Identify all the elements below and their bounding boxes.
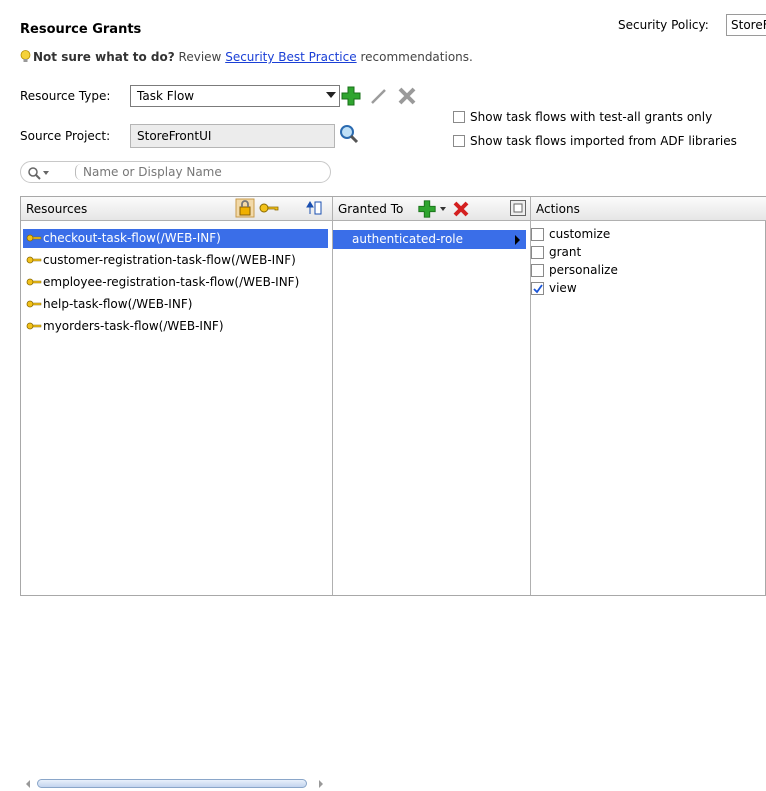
resources-header: Resources: [21, 197, 333, 221]
security-policy-label: Security Policy:: [618, 18, 709, 32]
resource-name: myorders-task-flow(/WEB-INF): [43, 319, 224, 333]
checkbox[interactable]: [531, 228, 544, 241]
column-divider: [332, 197, 333, 595]
option-imported-adf[interactable]: Show task flows imported from ADF librar…: [453, 134, 737, 148]
resource-row[interactable]: myorders-task-flow(/WEB-INF): [23, 317, 328, 336]
checkbox-checked[interactable]: [531, 282, 544, 295]
best-practice-hint: Not sure what to do? Review Security Bes…: [20, 50, 473, 64]
grantee-row[interactable]: authenticated-role: [333, 230, 526, 249]
add-grantee-icon[interactable]: [417, 199, 437, 219]
key-icon[interactable]: [258, 199, 280, 217]
resource-row[interactable]: checkout-task-flow(/WEB-INF): [23, 229, 328, 248]
option-test-all-grants[interactable]: Show task flows with test-all grants onl…: [453, 110, 712, 124]
search-input[interactable]: Name or Display Name: [20, 161, 331, 183]
granted-to-header: Granted To: [333, 197, 531, 221]
lightbulb-icon: [20, 50, 31, 62]
checkbox[interactable]: [531, 264, 544, 277]
page-title: Resource Grants: [20, 22, 142, 37]
hint-lead: Not sure what to do?: [33, 50, 175, 64]
granted-to-header-label: Granted To: [338, 202, 404, 216]
add-icon[interactable]: [340, 85, 362, 107]
edit-icon[interactable]: [368, 85, 390, 107]
scroll-right-icon[interactable]: [319, 780, 323, 788]
actions-header-label: Actions: [536, 202, 580, 216]
lock-icon[interactable]: [235, 198, 255, 218]
checkbox[interactable]: [531, 246, 544, 259]
scroll-thumb[interactable]: [37, 779, 307, 788]
chevron-down-icon: [326, 92, 336, 98]
expand-arrow-icon[interactable]: [515, 235, 520, 245]
resources-header-label: Resources: [26, 202, 88, 216]
grantee-name: authenticated-role: [352, 232, 464, 246]
key-icon: [26, 256, 42, 264]
scroll-left-icon[interactable]: [26, 780, 30, 788]
checkmark-icon: [533, 284, 543, 294]
hint-post: recommendations.: [360, 50, 473, 64]
resource-row[interactable]: customer-registration-task-flow(/WEB-INF…: [23, 251, 328, 270]
add-dropdown-icon[interactable]: [440, 207, 446, 211]
grants-grid: Resources Granted To Actions checkout-ta…: [20, 196, 766, 788]
resource-name: customer-registration-task-flow(/WEB-INF…: [43, 253, 296, 267]
checkbox[interactable]: [453, 111, 465, 123]
view-icon[interactable]: [510, 200, 526, 216]
resource-type-label: Resource Type:: [20, 89, 111, 103]
search-icon[interactable]: [338, 123, 360, 145]
delete-icon[interactable]: [396, 85, 418, 107]
actions-header: Actions: [531, 197, 766, 221]
key-icon: [26, 322, 42, 330]
resource-name: help-task-flow(/WEB-INF): [43, 297, 193, 311]
magnifier-icon: [28, 167, 41, 180]
resource-row[interactable]: employee-registration-task-flow(/WEB-INF…: [23, 273, 328, 292]
remove-grantee-icon[interactable]: [451, 199, 471, 219]
security-best-practice-link[interactable]: Security Best Practice: [225, 50, 356, 64]
hint-pre: Review: [178, 50, 222, 64]
search-divider: [75, 164, 82, 180]
resource-row[interactable]: help-task-flow(/WEB-INF): [23, 295, 328, 314]
source-project-label: Source Project:: [20, 129, 111, 143]
source-project-field: StoreFrontUI: [130, 124, 335, 148]
source-project-value: StoreFrontUI: [137, 129, 212, 143]
sort-icon[interactable]: [306, 200, 322, 216]
search-dropdown-icon[interactable]: [43, 171, 49, 175]
resource-type-select[interactable]: Task Flow: [130, 85, 340, 107]
checkbox[interactable]: [453, 135, 465, 147]
resource-name: employee-registration-task-flow(/WEB-INF…: [43, 275, 300, 289]
key-icon: [26, 234, 42, 242]
key-icon: [26, 278, 42, 286]
horizontal-scrollbar[interactable]: [23, 777, 329, 791]
security-policy-field[interactable]: StoreFront: [726, 14, 766, 36]
key-icon: [26, 300, 42, 308]
search-placeholder: Name or Display Name: [83, 165, 222, 179]
resource-type-value: Task Flow: [137, 89, 195, 103]
resource-name: checkout-task-flow(/WEB-INF): [43, 231, 221, 245]
